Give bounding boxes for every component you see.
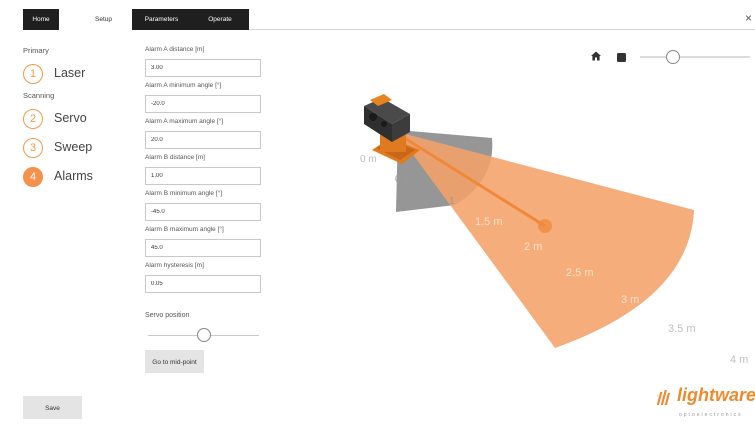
- range-label-0: 0 m: [360, 154, 377, 165]
- tab-operate[interactable]: Operate: [191, 9, 249, 30]
- alarm-a-min-angle-label: Alarm A minimum angle [°]: [145, 82, 222, 89]
- lidar-device-model: [364, 94, 420, 164]
- alarm-a-distance-input[interactable]: [145, 59, 261, 77]
- range-label-2-5: 2.5 m: [566, 267, 594, 279]
- alarm-a-max-angle-label: Alarm A maximum angle [°]: [145, 118, 224, 125]
- section-primary-label: Primary: [23, 46, 49, 55]
- top-nav: Home Setup Parameters Operate ×: [0, 0, 755, 30]
- save-button[interactable]: Save: [23, 396, 82, 419]
- scan-visualization: 0 m 0.5 1 1.5 m 2 m 2.5 m 3 m 3.5 m 4 m: [360, 56, 750, 366]
- zoom-slider-thumb[interactable]: [666, 50, 680, 64]
- servo-position-label: Servo position: [145, 312, 190, 319]
- home-icon[interactable]: [591, 51, 601, 61]
- alarm-b-max-angle-label: Alarm B maximum angle [°]: [145, 226, 224, 233]
- logo-wordmark: lightware: [677, 385, 755, 405]
- laser-beam: [397, 132, 546, 228]
- tab-home[interactable]: Home: [23, 9, 59, 30]
- alarm-b-min-angle-label: Alarm B minimum angle [°]: [145, 190, 223, 197]
- alarm-a-min-angle-input[interactable]: [145, 95, 261, 113]
- servo-slider-thumb[interactable]: [196, 328, 211, 342]
- alarm-hysteresis-label: Alarm hysteresis [m]: [145, 262, 204, 269]
- logo-mark-icon: [652, 390, 671, 405]
- range-label-4: 4 m: [730, 354, 748, 366]
- alarm-b-distance-label: Alarm B distance [m]: [145, 154, 205, 161]
- range-label-0-5: 0.5: [395, 174, 409, 185]
- beam-target-point: [538, 219, 552, 233]
- alarm-a-distance-label: Alarm A distance [m]: [145, 46, 205, 53]
- alarm-b-distance-input[interactable]: [145, 167, 261, 185]
- step-number-3: 3: [23, 138, 43, 158]
- range-label-2: 2 m: [524, 241, 542, 253]
- range-label-1: 1: [449, 196, 455, 207]
- divider: [249, 29, 755, 30]
- step-label-servo: Servo: [54, 111, 87, 125]
- step-label-sweep: Sweep: [54, 140, 93, 154]
- alarm-a-max-angle-input[interactable]: [145, 131, 261, 149]
- tab-setup[interactable]: Setup: [59, 9, 132, 30]
- section-scanning-label: Scanning: [23, 91, 55, 100]
- alarm-b-min-angle-input[interactable]: [145, 203, 261, 221]
- range-label-1-5: 1.5 m: [475, 216, 503, 228]
- close-icon[interactable]: ×: [745, 11, 752, 25]
- step-label-alarms: Alarms: [54, 169, 93, 183]
- stop-icon[interactable]: [617, 53, 626, 62]
- step-number-4: 4: [23, 167, 43, 187]
- alarm-hysteresis-input[interactable]: [145, 275, 261, 293]
- go-to-mid-point-button[interactable]: Go to mid-point: [145, 350, 204, 373]
- step-number-2: 2: [23, 109, 43, 129]
- alarm-b-zone: [396, 130, 493, 212]
- range-label-3: 3 m: [621, 294, 639, 306]
- step-label-laser: Laser: [54, 66, 86, 80]
- logo-tagline: optoelectronics: [679, 412, 743, 418]
- tab-parameters[interactable]: Parameters: [132, 9, 191, 30]
- alarm-a-zone: [398, 132, 694, 348]
- step-number-1: 1: [23, 64, 43, 84]
- range-label-3-5: 3.5 m: [668, 323, 696, 335]
- alarm-b-max-angle-input[interactable]: [145, 239, 261, 257]
- lightware-logo: lightware optoelectronics: [652, 385, 755, 418]
- tab-setup-label: Setup: [95, 16, 112, 23]
